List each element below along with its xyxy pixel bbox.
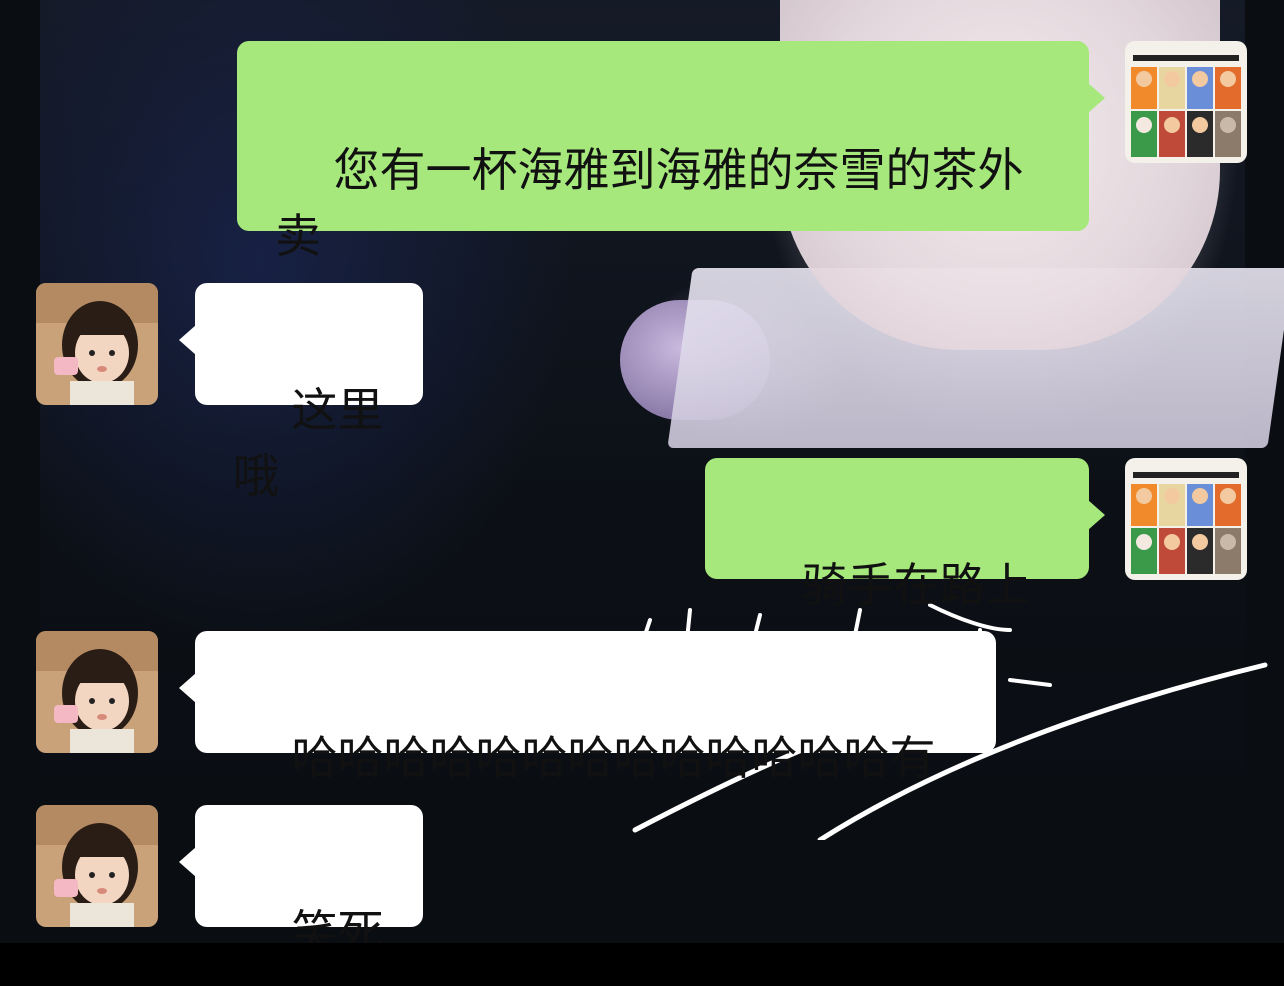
comic-avatar-icon: [1125, 41, 1247, 163]
girl-avatar-icon: [36, 283, 158, 405]
girl-avatar-icon: [36, 805, 158, 927]
girl-avatar-icon: [36, 631, 158, 753]
comic-avatar-icon: [1125, 458, 1247, 580]
my-avatar[interactable]: [1125, 458, 1247, 580]
incoming-message-bubble[interactable]: 哈哈哈哈哈哈哈哈哈哈哈哈哈有: [179, 631, 996, 785]
bottom-bar: [0, 943, 1284, 986]
contact-avatar[interactable]: [36, 805, 158, 927]
outgoing-message-bubble[interactable]: 骑手在路上了: [705, 458, 1105, 678]
incoming-message-bubble[interactable]: 笑死了: [179, 805, 423, 986]
my-avatar[interactable]: [1125, 41, 1247, 163]
chat-screen: 您有一杯海雅到海雅的奈雪的茶外卖 这里哦 骑手在路上 哈哈哈哈哈哈哈哈哈哈哈哈哈…: [0, 0, 1284, 986]
incoming-message-bubble[interactable]: 这里哦: [179, 283, 423, 503]
contact-avatar[interactable]: [36, 283, 158, 405]
message-text: 哈哈哈哈哈哈哈哈哈哈哈哈哈有: [291, 731, 936, 785]
outgoing-message-bubble[interactable]: 您有一杯海雅到海雅的奈雪的茶外卖: [237, 41, 1105, 263]
contact-avatar[interactable]: [36, 631, 158, 753]
